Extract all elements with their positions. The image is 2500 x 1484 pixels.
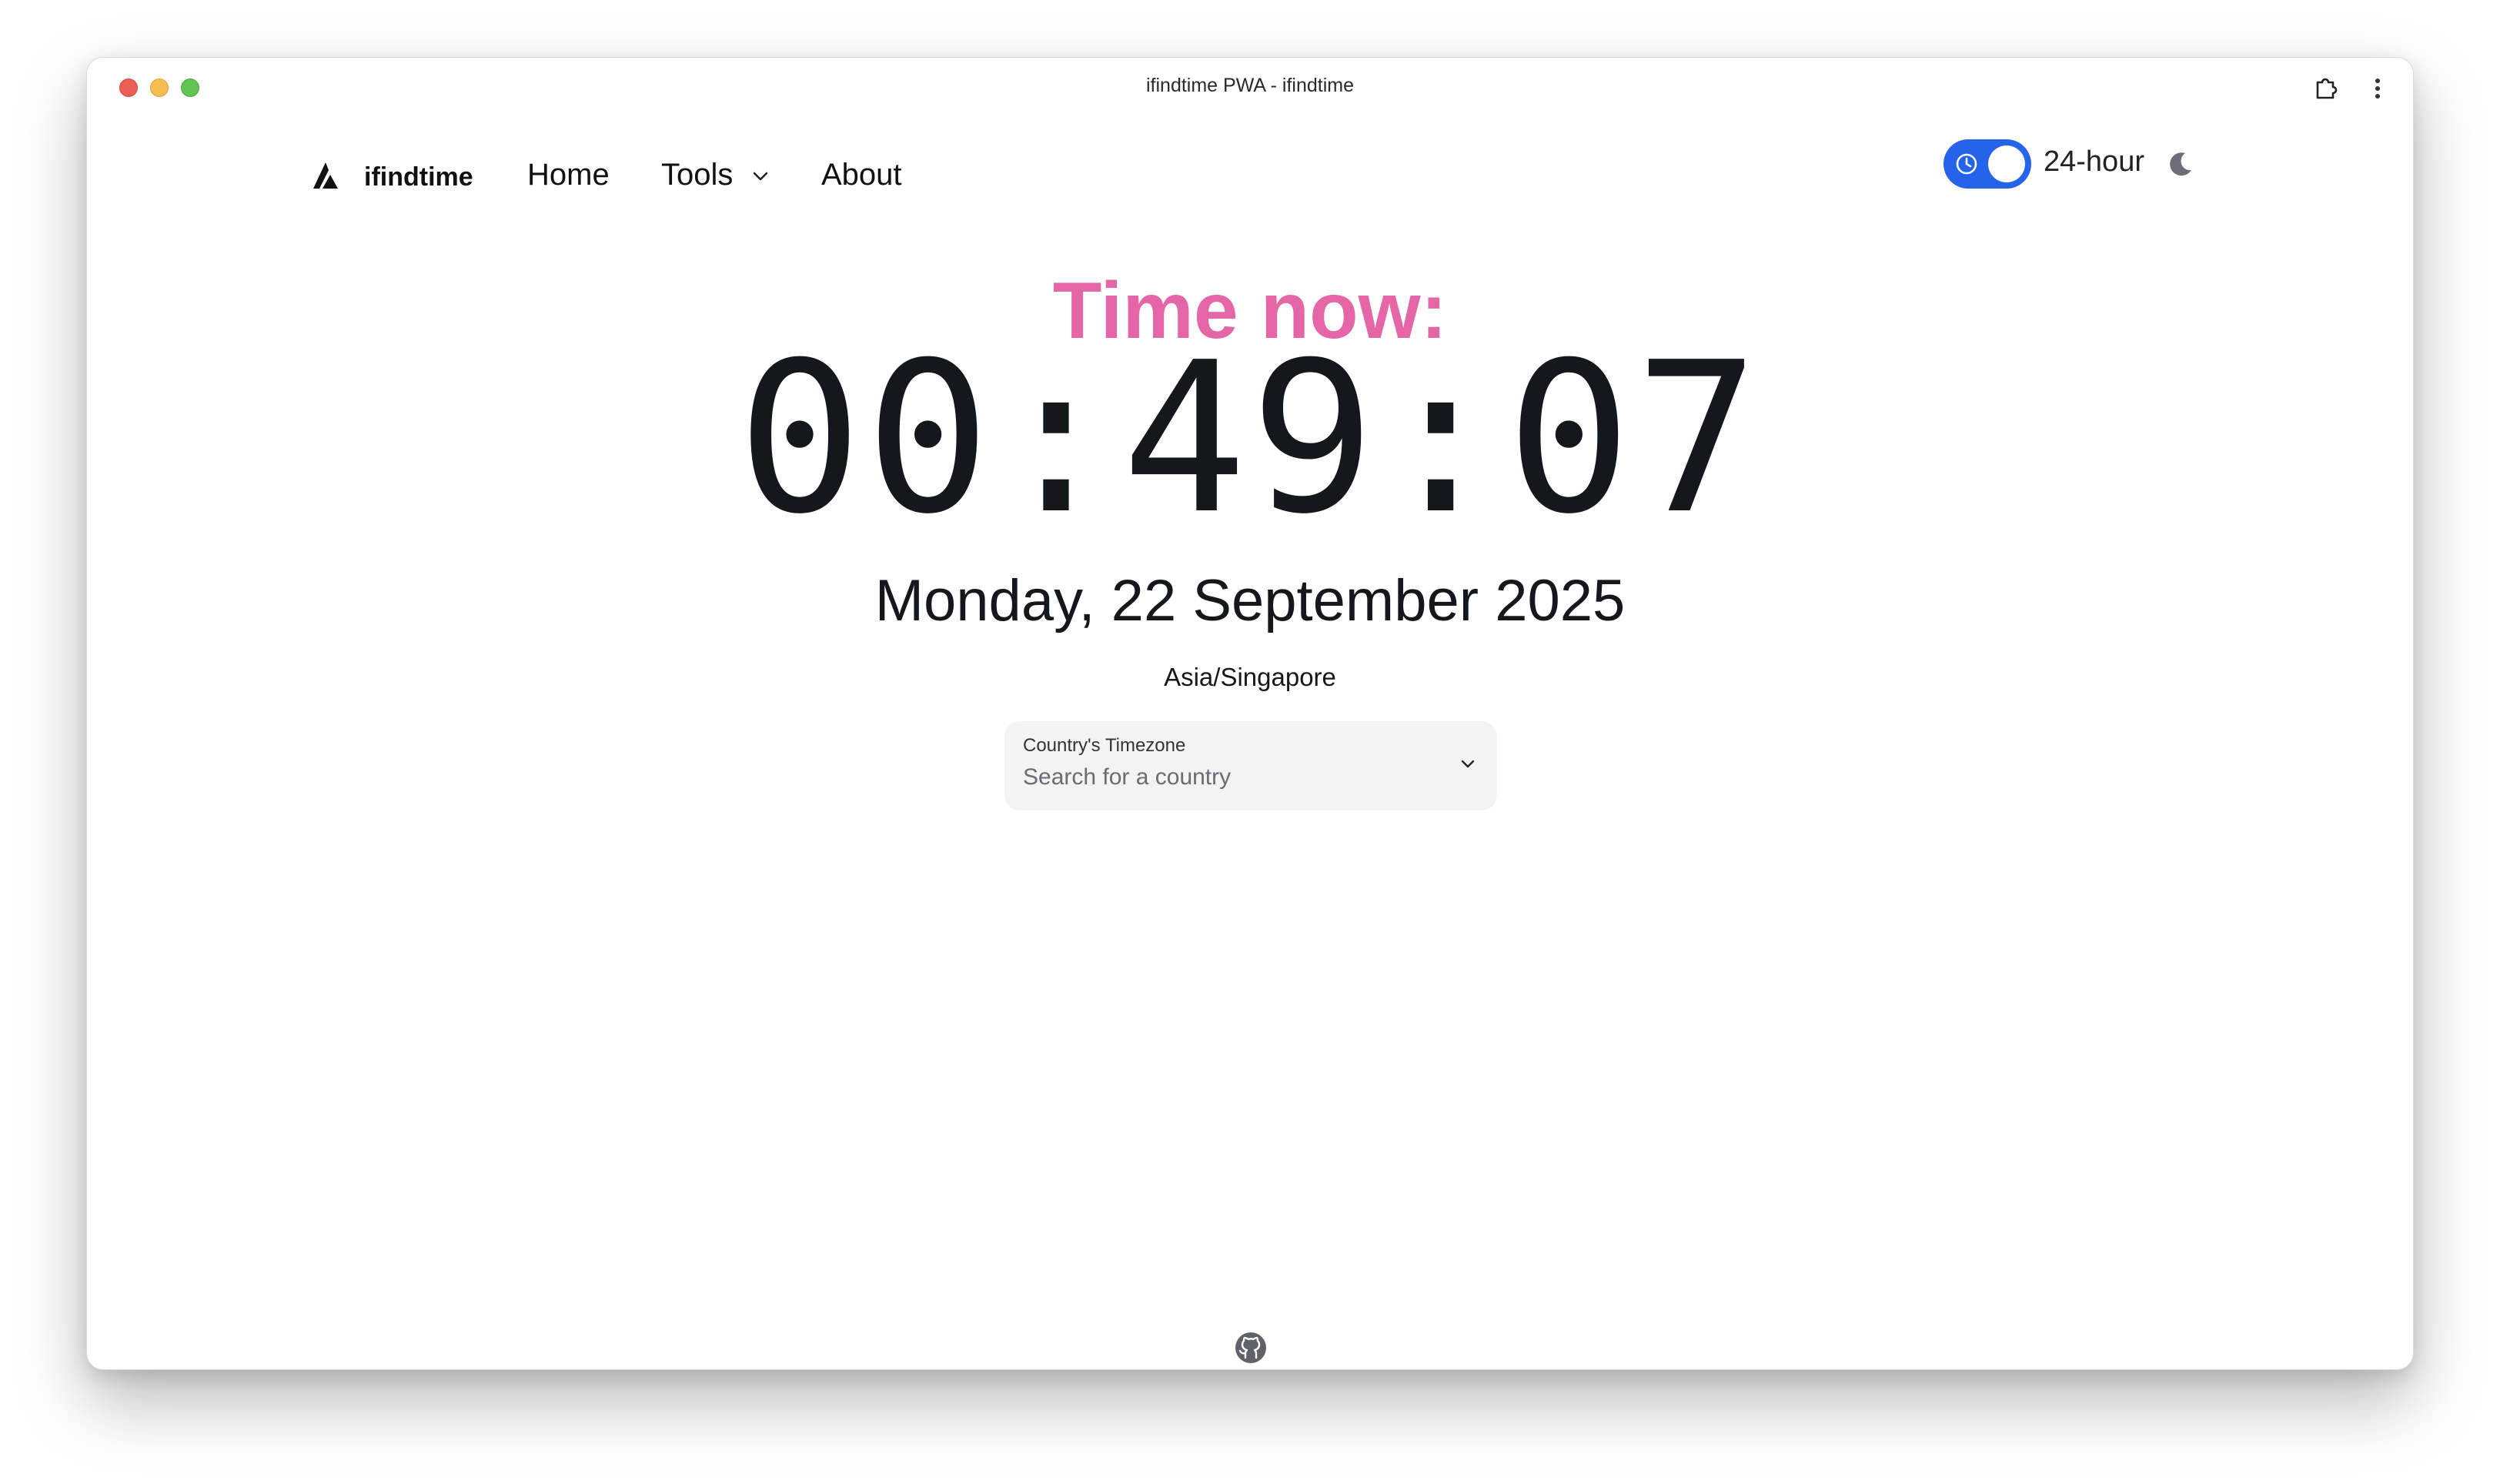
brand-name[interactable]: ifindtime <box>364 162 473 192</box>
toggle-knob <box>1988 145 2025 182</box>
select-label: Country's Timezone <box>1023 735 1186 756</box>
title-bar: ifindtime PWA - ifindtime <box>87 58 2413 118</box>
more-vertical-icon[interactable] <box>2362 73 2393 104</box>
moon-icon[interactable] <box>2165 149 2196 179</box>
current-timezone: Asia/Singapore <box>1164 663 1336 691</box>
clock-icon <box>1956 153 1977 175</box>
extensions-icon[interactable] <box>2310 73 2341 104</box>
hour-format-label: 24-hour <box>2044 145 2144 178</box>
github-icon[interactable] <box>1234 1331 1268 1365</box>
nav-about-link[interactable]: About <box>821 158 902 192</box>
chevron-down-icon[interactable] <box>1459 757 1477 772</box>
country-timezone-select[interactable]: Country's Timezone Search for a country <box>1004 721 1497 811</box>
hour-format-toggle[interactable] <box>1944 139 2031 189</box>
window-title: ifindtime PWA - ifindtime <box>1146 75 1354 96</box>
chevron-down-icon[interactable] <box>750 169 770 184</box>
country-search-input[interactable]: Search for a country <box>1023 764 1231 790</box>
logo-icon[interactable] <box>312 161 346 192</box>
nav-tools-menu[interactable]: Tools <box>661 158 733 192</box>
current-date: Monday, 22 September 2025 <box>874 568 1626 633</box>
current-time: 00:49:07 <box>737 317 1763 560</box>
nav-home-link[interactable]: Home <box>527 158 610 192</box>
browser-window: ifindtime PWA - ifindtime ifindtime Home… <box>86 57 2414 1370</box>
